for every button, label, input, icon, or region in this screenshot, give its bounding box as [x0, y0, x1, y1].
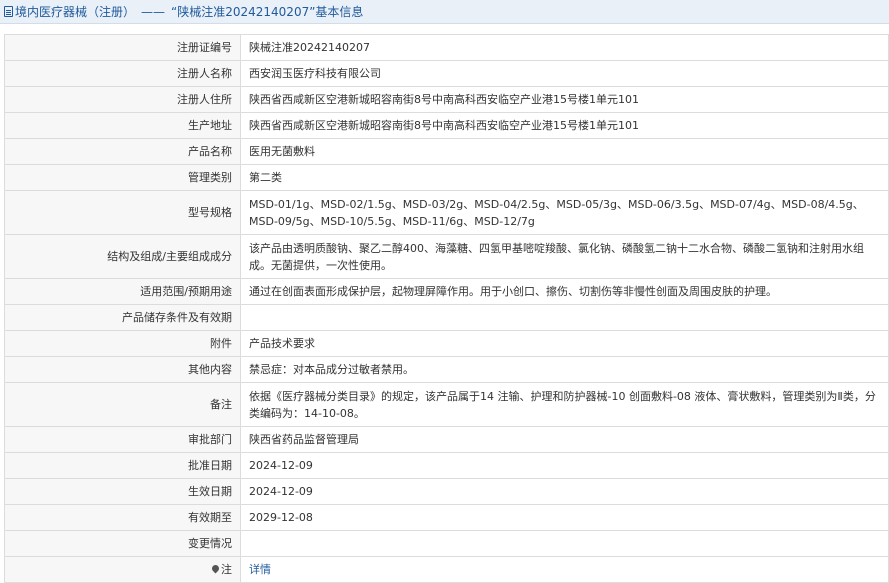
- row-label: 生效日期: [4, 478, 241, 505]
- row-value: 陕西省药品监督管理局: [240, 426, 889, 453]
- breadcrumb-category: 境内医疗器械（注册）: [15, 5, 136, 19]
- title-separator: ——: [141, 4, 166, 19]
- table-row: 有效期至 2029-12-08: [4, 504, 889, 531]
- info-table-container: 注册证编号 陕械注准20242140207 注册人名称 西安润玉医疗科技有限公司…: [4, 34, 889, 583]
- row-value: 2029-12-08: [240, 504, 889, 531]
- row-label: 产品名称: [4, 138, 241, 165]
- table-row: 产品储存条件及有效期: [4, 304, 889, 331]
- row-value: 西安润玉医疗科技有限公司: [240, 60, 889, 87]
- row-value: 依据《医疗器械分类目录》的规定，该产品属于14 注输、护理和防护器械-10 创面…: [240, 382, 889, 427]
- row-value: 产品技术要求: [240, 330, 889, 357]
- table-row: 变更情况: [4, 530, 889, 557]
- row-value: 禁忌症：对本品成分过敏者禁用。: [240, 356, 889, 383]
- row-label: 注册人名称: [4, 60, 241, 87]
- row-label: 适用范围/预期用途: [4, 278, 241, 305]
- table-row: 管理类别 第二类: [4, 164, 889, 191]
- row-value: 医用无菌敷料: [240, 138, 889, 165]
- note-value-cell: 详情: [240, 556, 889, 583]
- table-row: 备注 依据《医疗器械分类目录》的规定，该产品属于14 注输、护理和防护器械-10…: [4, 382, 889, 427]
- row-value: 2024-12-09: [240, 452, 889, 479]
- record-title: “陕械注准20242140207”基本信息: [171, 5, 364, 19]
- table-row: 生效日期 2024-12-09: [4, 478, 889, 505]
- row-label: 有效期至: [4, 504, 241, 531]
- table-row: 附件 产品技术要求: [4, 330, 889, 357]
- table-row: 型号规格 MSD-01/1g、MSD-02/1.5g、MSD-03/2g、MSD…: [4, 190, 889, 235]
- pin-icon: [210, 563, 221, 574]
- row-label: 其他内容: [4, 356, 241, 383]
- row-label: 注册证编号: [4, 34, 241, 61]
- row-value: 通过在创面表面形成保护层，起物理屏障作用。用于小创口、擦伤、切割伤等非慢性创面及…: [240, 278, 889, 305]
- note-label: 注: [221, 563, 232, 576]
- table-row: 审批部门 陕西省药品监督管理局: [4, 426, 889, 453]
- info-table: 注册证编号 陕械注准20242140207 注册人名称 西安润玉医疗科技有限公司…: [4, 34, 889, 583]
- row-label: 变更情况: [4, 530, 241, 557]
- row-label: 结构及组成/主要组成成分: [4, 234, 241, 279]
- row-value: 陕械注准20242140207: [240, 34, 889, 61]
- row-label: 型号规格: [4, 190, 241, 235]
- table-row: 注册人住所 陕西省西咸新区空港新城昭容南街8号中南高科西安临空产业港15号楼1单…: [4, 86, 889, 113]
- row-value: 第二类: [240, 164, 889, 191]
- row-value: [240, 530, 889, 557]
- table-row: 注册证编号 陕械注准20242140207: [4, 34, 889, 61]
- table-row: 其他内容 禁忌症：对本品成分过敏者禁用。: [4, 356, 889, 383]
- row-label: 管理类别: [4, 164, 241, 191]
- table-row: 生产地址 陕西省西咸新区空港新城昭容南街8号中南高科西安临空产业港15号楼1单元…: [4, 112, 889, 139]
- page-title-bar: 境内医疗器械（注册） —— “陕械注准20242140207”基本信息: [0, 0, 889, 24]
- row-label: 审批部门: [4, 426, 241, 453]
- table-row: 批准日期 2024-12-09: [4, 452, 889, 479]
- table-row: 注册人名称 西安润玉医疗科技有限公司: [4, 60, 889, 87]
- row-label: 生产地址: [4, 112, 241, 139]
- row-value: [240, 304, 889, 331]
- row-value: 陕西省西咸新区空港新城昭容南街8号中南高科西安临空产业港15号楼1单元101: [240, 112, 889, 139]
- row-value: 陕西省西咸新区空港新城昭容南街8号中南高科西安临空产业港15号楼1单元101: [240, 86, 889, 113]
- details-link[interactable]: 详情: [249, 563, 271, 576]
- table-row: 结构及组成/主要组成成分 该产品由透明质酸钠、聚乙二醇400、海藻糖、四氢甲基嘧…: [4, 234, 889, 279]
- row-label: 注册人住所: [4, 86, 241, 113]
- document-icon: [4, 6, 13, 17]
- row-value: 2024-12-09: [240, 478, 889, 505]
- table-row: 适用范围/预期用途 通过在创面表面形成保护层，起物理屏障作用。用于小创口、擦伤、…: [4, 278, 889, 305]
- row-label: 产品储存条件及有效期: [4, 304, 241, 331]
- table-row: 产品名称 医用无菌敷料: [4, 138, 889, 165]
- row-value: MSD-01/1g、MSD-02/1.5g、MSD-03/2g、MSD-04/2…: [240, 190, 889, 235]
- row-value: 该产品由透明质酸钠、聚乙二醇400、海藻糖、四氢甲基嘧啶羧酸、氯化钠、磷酸氢二钠…: [240, 234, 889, 279]
- note-label-cell: 注: [4, 556, 241, 583]
- row-label: 批准日期: [4, 452, 241, 479]
- row-label: 备注: [4, 382, 241, 427]
- row-label: 附件: [4, 330, 241, 357]
- table-row-note: 注 详情: [4, 556, 889, 583]
